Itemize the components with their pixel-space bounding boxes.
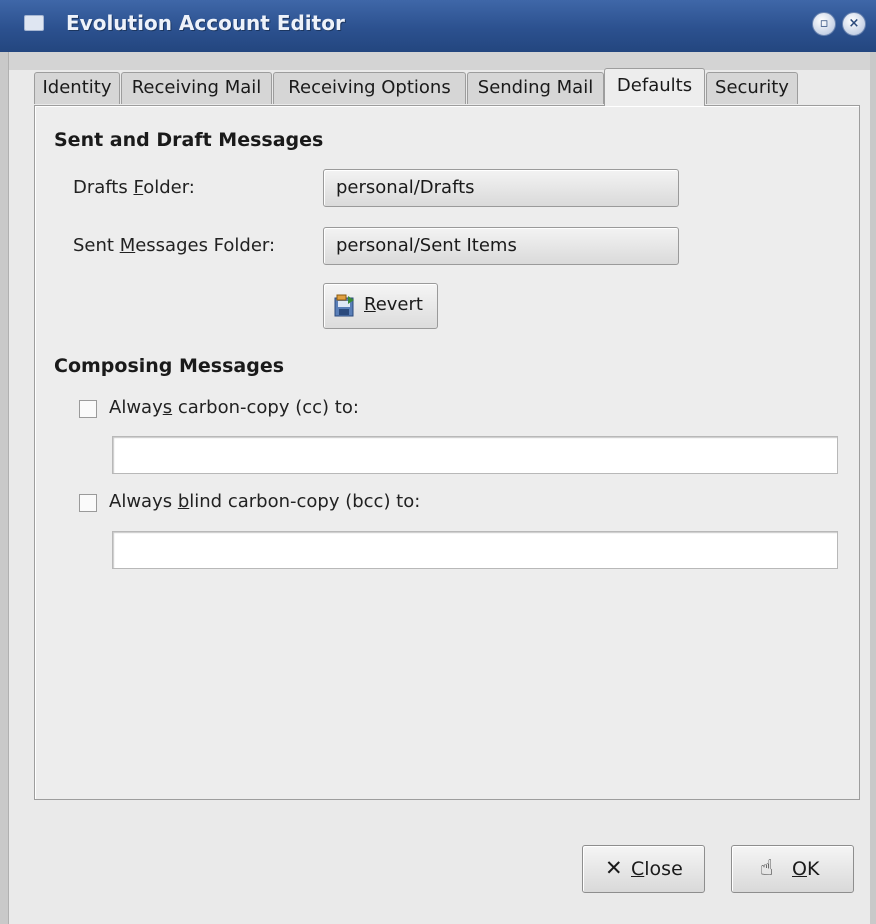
cc-checkbox[interactable] — [79, 400, 97, 418]
window-title: Evolution Account Editor — [66, 11, 345, 35]
composing-heading: Composing Messages — [54, 355, 285, 377]
revert-button[interactable]: Revert — [323, 283, 438, 329]
defaults-panel: Sent and Draft Messages Drafts Folder: p… — [34, 105, 860, 800]
close-button[interactable]: ✕ Close — [582, 845, 705, 893]
tab-defaults[interactable]: Defaults — [604, 68, 705, 106]
ok-button[interactable]: ☝ OK — [731, 845, 854, 893]
tab-identity[interactable]: Identity — [34, 72, 120, 104]
window-frame-left — [0, 52, 9, 924]
tab-sending-mail[interactable]: Sending Mail — [467, 72, 604, 104]
title-bar: Evolution Account Editor ▫ × — [0, 0, 876, 52]
close-x-icon: ✕ — [605, 856, 623, 880]
cc-input[interactable] — [112, 436, 838, 474]
bcc-label: Always blind carbon-copy (bcc) to: — [109, 491, 421, 512]
window-frame — [0, 52, 876, 70]
bcc-checkbox[interactable] — [79, 494, 97, 512]
revert-icon — [334, 294, 354, 317]
ok-hand-icon: ☝ — [760, 856, 774, 881]
tab-receiving-options[interactable]: Receiving Options — [273, 72, 466, 104]
close-window-icon[interactable]: × — [842, 12, 866, 36]
sent-messages-folder-label: Sent Messages Folder: — [73, 235, 276, 256]
window-frame-right — [870, 52, 876, 924]
window-menu-icon[interactable] — [24, 15, 44, 31]
drafts-folder-label: Drafts Folder: — [73, 177, 195, 198]
bcc-input[interactable] — [112, 531, 838, 569]
ok-label: OK — [792, 858, 820, 880]
sent-draft-heading: Sent and Draft Messages — [54, 129, 324, 151]
drafts-folder-button[interactable]: personal/Drafts — [323, 169, 679, 207]
tab-security[interactable]: Security — [706, 72, 798, 104]
cc-label: Always carbon-copy (cc) to: — [109, 397, 359, 418]
maximize-icon[interactable]: ▫ — [812, 12, 836, 36]
close-label: Close — [631, 858, 683, 880]
tab-receiving-mail[interactable]: Receiving Mail — [121, 72, 272, 104]
revert-label: Revert — [364, 294, 423, 315]
sent-messages-folder-button[interactable]: personal/Sent Items — [323, 227, 679, 265]
